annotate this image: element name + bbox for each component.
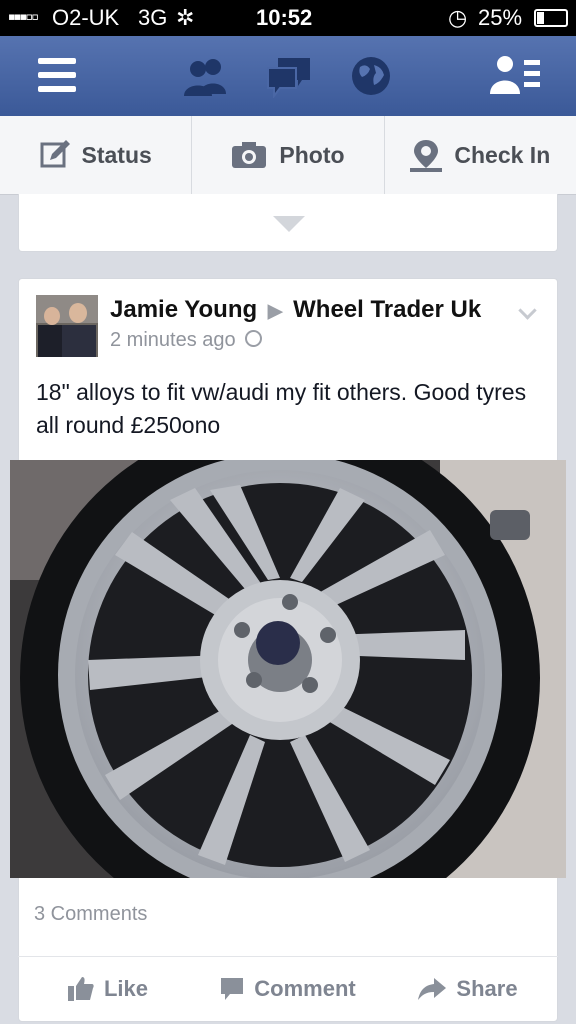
- post-header: Jamie Young ▶ Wheel Trader Uk: [110, 296, 481, 324]
- like-label: Like: [103, 976, 149, 1001]
- group-name[interactable]: Wheel Trader Uk: [293, 296, 481, 323]
- alarm-icon: ◷: [448, 5, 468, 30]
- post-photo[interactable]: [10, 460, 566, 878]
- photo-label: Photo: [279, 141, 345, 168]
- thumbs-up-icon: [67, 977, 94, 1001]
- menu-icon[interactable]: [38, 58, 76, 92]
- friend-list-icon[interactable]: [490, 54, 542, 96]
- network-label: 3G: [138, 5, 168, 30]
- public-globe-icon: [245, 330, 263, 347]
- status-label: Status: [81, 141, 152, 168]
- carrier-label: O2-UK: [52, 5, 120, 30]
- composer-bar: Status Photo Check In: [0, 116, 576, 195]
- top-navigation-bar: [0, 36, 576, 117]
- photo-button[interactable]: Photo: [192, 116, 385, 194]
- alloy-wheel-image: [10, 460, 566, 878]
- check-in-label: Check In: [454, 141, 551, 168]
- messages-icon[interactable]: [266, 56, 312, 98]
- camera-icon: [232, 142, 267, 168]
- status-bar: ▪▪▪▫▫ O2-UK 3G ✲ 10:52 ◷ 25%: [0, 0, 576, 36]
- share-label: Share: [456, 976, 518, 1001]
- check-in-button[interactable]: Check In: [385, 116, 576, 194]
- comments-count[interactable]: 3 Comments: [34, 903, 147, 926]
- status-button[interactable]: Status: [0, 116, 193, 194]
- activity-icon: ✲: [176, 5, 195, 30]
- comment-bubble-icon: [221, 978, 244, 1000]
- post-meta: 2 minutes ago: [110, 329, 263, 352]
- location-pin-icon: [410, 140, 443, 172]
- chevron-down-icon[interactable]: [273, 216, 305, 232]
- battery-icon: [534, 9, 568, 27]
- globe-icon[interactable]: [350, 55, 392, 97]
- avatar[interactable]: [36, 295, 98, 357]
- post-text: 18" alloys to fit vw/audi my fit others.…: [36, 379, 527, 438]
- comment-label: Comment: [254, 976, 356, 1001]
- signal-icon: ▪▪▪▫▫: [8, 4, 39, 29]
- arrow-right-icon: ▶: [267, 301, 283, 322]
- battery-label: 25%: [478, 5, 523, 30]
- clock: 10:52: [256, 5, 313, 30]
- like-button[interactable]: Like: [18, 957, 198, 1021]
- previous-story-card: [18, 194, 558, 252]
- friends-icon[interactable]: [180, 56, 230, 96]
- share-button[interactable]: Share: [378, 957, 558, 1021]
- author-name[interactable]: Jamie Young: [110, 296, 257, 323]
- post-timestamp[interactable]: 2 minutes ago: [110, 329, 236, 351]
- comment-button[interactable]: Comment: [198, 957, 378, 1021]
- share-arrow-icon: [418, 978, 447, 1000]
- edit-icon: [40, 140, 70, 168]
- post-actions: Like Comment Share: [18, 956, 558, 1021]
